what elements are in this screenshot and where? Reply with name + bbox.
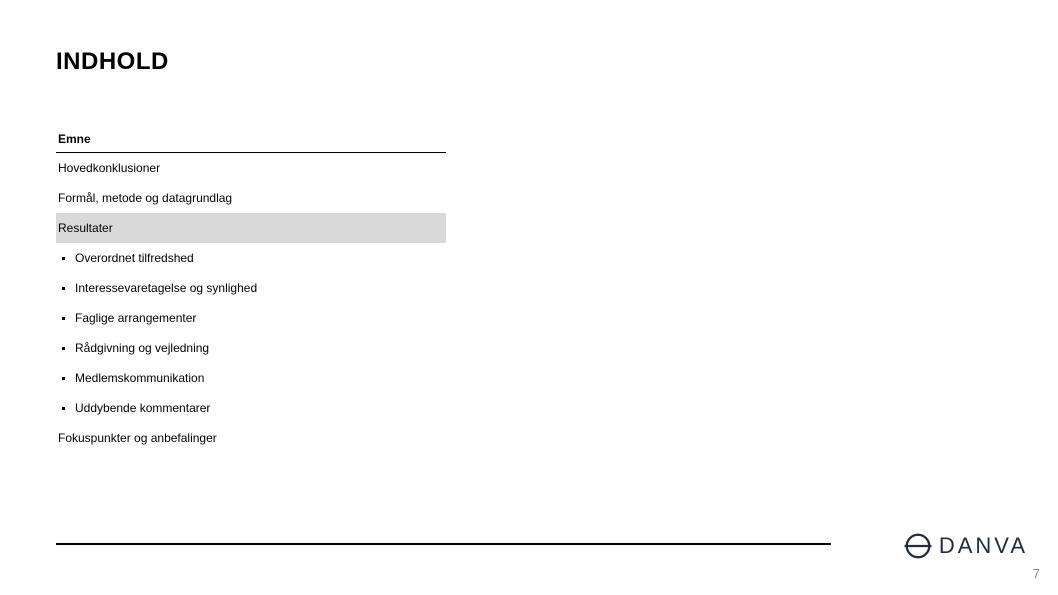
toc-subitem: Medlemskommunikation	[56, 363, 446, 393]
toc-subitem-label: Rådgivning og vejledning	[75, 341, 209, 355]
toc-item: Formål, metode og datagrundlag	[56, 183, 446, 213]
bullet-icon	[62, 347, 65, 350]
toc-subitem: Overordnet tilfredshed	[56, 243, 446, 273]
toc-subitem-label: Overordnet tilfredshed	[75, 251, 194, 265]
table-of-contents: Emne Hovedkonklusioner Formål, metode og…	[56, 126, 446, 453]
page-number: 7	[1033, 566, 1040, 581]
bullet-icon	[62, 317, 65, 320]
bullet-icon	[62, 287, 65, 290]
toc-item: Fokuspunkter og anbefalinger	[56, 423, 446, 453]
toc-subitem-label: Uddybende kommentarer	[75, 401, 210, 415]
toc-subitem-label: Interessevaretagelse og synlighed	[75, 281, 257, 295]
toc-item-highlighted: Resultater	[56, 213, 446, 243]
toc-header: Emne	[56, 126, 446, 153]
toc-item: Hovedkonklusioner	[56, 153, 446, 183]
toc-subitem: Uddybende kommentarer	[56, 393, 446, 423]
toc-subitem-label: Faglige arrangementer	[75, 311, 196, 325]
footer-divider	[56, 543, 831, 545]
page-title: INDHOLD	[56, 48, 1002, 76]
danva-logo-icon	[903, 531, 933, 561]
bullet-icon	[62, 257, 65, 260]
bullet-icon	[62, 407, 65, 410]
logo: DANVA	[903, 531, 1028, 561]
toc-subitem: Faglige arrangementer	[56, 303, 446, 333]
bullet-icon	[62, 377, 65, 380]
toc-subitem: Rådgivning og vejledning	[56, 333, 446, 363]
toc-subitem: Interessevaretagelse og synlighed	[56, 273, 446, 303]
logo-text: DANVA	[939, 533, 1028, 559]
toc-subitem-label: Medlemskommunikation	[75, 371, 204, 385]
